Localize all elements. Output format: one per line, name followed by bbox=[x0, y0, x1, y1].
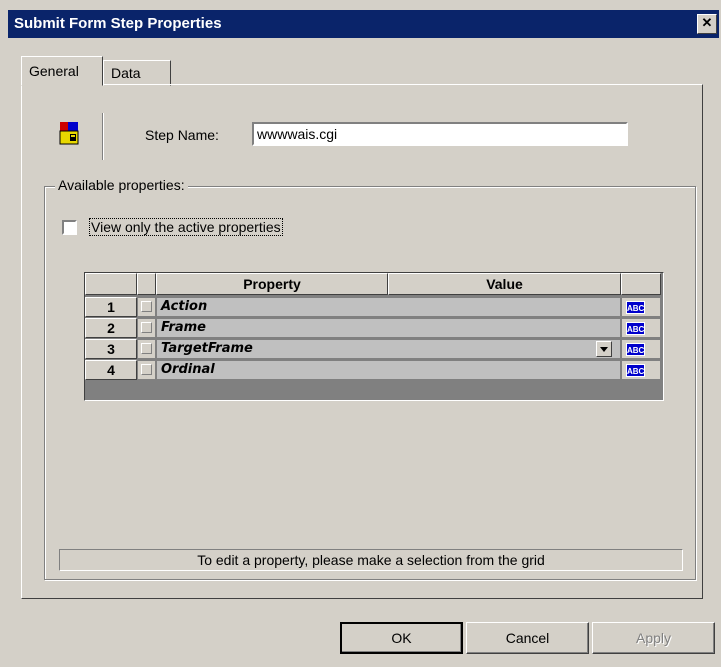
row-number[interactable]: 4 bbox=[85, 360, 137, 380]
step-name-input[interactable] bbox=[252, 122, 628, 146]
row-select-toggle[interactable] bbox=[137, 339, 156, 359]
property-name: Frame bbox=[161, 320, 206, 335]
row-toggle-box bbox=[141, 322, 152, 333]
row-toggle-box bbox=[141, 301, 152, 312]
dialog-title: Submit Form Step Properties bbox=[14, 15, 222, 32]
column-header-value[interactable]: Value bbox=[388, 273, 621, 295]
cancel-button[interactable]: Cancel bbox=[466, 622, 589, 654]
available-properties-label: Available properties: bbox=[55, 177, 188, 193]
tab-data[interactable]: Data bbox=[103, 60, 171, 86]
abc-icon: ABC bbox=[626, 364, 645, 377]
step-icon bbox=[59, 122, 79, 145]
status-message: To edit a property, please make a select… bbox=[59, 549, 683, 571]
tab-data-label: Data bbox=[111, 65, 141, 81]
property-name-cell[interactable]: TargetFrame bbox=[156, 339, 621, 359]
property-name-cell[interactable]: Ordinal bbox=[156, 360, 621, 380]
close-button[interactable]: ✕ bbox=[697, 14, 717, 34]
grid-select-header[interactable] bbox=[137, 273, 156, 295]
active-properties-checkbox[interactable] bbox=[62, 220, 77, 235]
property-name-cell[interactable]: Action bbox=[156, 297, 621, 317]
apply-button[interactable]: Apply bbox=[592, 622, 715, 654]
row-number[interactable]: 1 bbox=[85, 297, 137, 317]
row-toggle-box bbox=[141, 364, 152, 375]
step-name-label: Step Name: bbox=[145, 127, 219, 143]
row-number[interactable]: 3 bbox=[85, 339, 137, 359]
close-icon: ✕ bbox=[701, 15, 713, 30]
title-bar[interactable]: Submit Form Step Properties ✕ bbox=[8, 10, 719, 38]
property-name: Ordinal bbox=[161, 362, 215, 377]
row-select-toggle[interactable] bbox=[137, 318, 156, 338]
row-number[interactable]: 2 bbox=[85, 318, 137, 338]
tab-general[interactable]: General bbox=[21, 56, 103, 86]
value-type-button[interactable]: ABC bbox=[621, 318, 661, 338]
dialog-window: Submit Form Step Properties ✕ General Da… bbox=[0, 0, 721, 667]
abc-icon: ABC bbox=[626, 301, 645, 314]
tab-general-label: General bbox=[29, 63, 79, 79]
column-header-type[interactable] bbox=[621, 273, 661, 295]
property-name-cell[interactable]: Frame bbox=[156, 318, 621, 338]
column-header-property[interactable]: Property bbox=[156, 273, 388, 295]
abc-icon: ABC bbox=[626, 322, 645, 335]
value-type-button[interactable]: ABC bbox=[621, 339, 661, 359]
icon-separator bbox=[102, 113, 104, 160]
ok-button[interactable]: OK bbox=[340, 622, 463, 654]
value-type-button[interactable]: ABC bbox=[621, 360, 661, 380]
value-type-button[interactable]: ABC bbox=[621, 297, 661, 317]
chevron-down-icon[interactable] bbox=[596, 341, 612, 357]
property-name: Action bbox=[161, 299, 208, 314]
row-select-toggle[interactable] bbox=[137, 360, 156, 380]
row-select-toggle[interactable] bbox=[137, 297, 156, 317]
property-name: TargetFrame bbox=[161, 341, 253, 356]
abc-icon: ABC bbox=[626, 343, 645, 356]
row-toggle-box bbox=[141, 343, 152, 354]
grid-corner-header[interactable] bbox=[85, 273, 137, 295]
active-properties-label[interactable]: View only the active properties bbox=[89, 218, 283, 236]
